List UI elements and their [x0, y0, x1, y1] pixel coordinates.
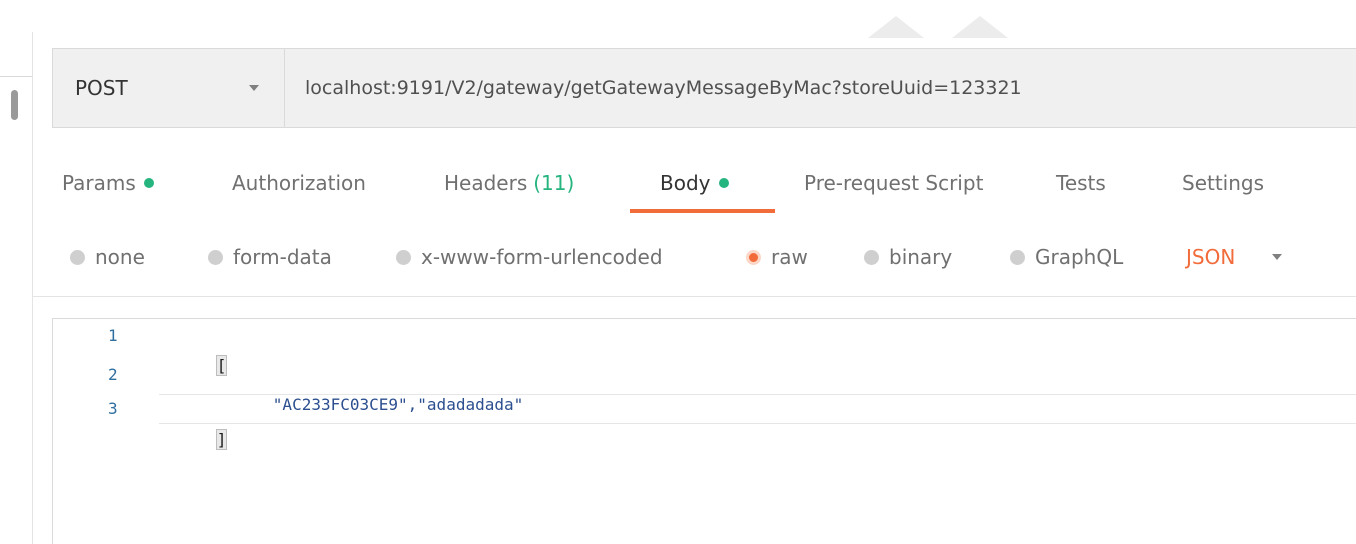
tab-body[interactable]: Body — [660, 164, 729, 202]
params-indicator-icon — [143, 178, 154, 188]
line-number: 1 — [108, 326, 118, 345]
line-numbers: 1 2 3 — [53, 319, 159, 544]
headers-count: (11) — [533, 171, 575, 195]
chevron-down-icon[interactable] — [249, 85, 259, 91]
chevron-down-icon[interactable] — [1272, 254, 1282, 260]
section-divider — [32, 296, 1356, 297]
line-number: 2 — [108, 365, 118, 384]
radio-label: GraphQL — [1035, 245, 1124, 269]
code-text: ] — [215, 429, 228, 450]
active-tab-indicator — [630, 209, 775, 213]
tab-settings[interactable]: Settings — [1182, 164, 1264, 202]
tab-params[interactable]: Params — [62, 164, 154, 202]
tab-authorization[interactable]: Authorization — [232, 164, 366, 202]
decorative-triangle-icon — [952, 8, 1008, 38]
radio-label: x-www-form-urlencoded — [421, 245, 663, 269]
method-label: POST — [75, 76, 128, 100]
radio-icon — [1010, 249, 1025, 265]
tab-label: Headers — [444, 171, 528, 195]
method-select[interactable]: POST — [53, 49, 285, 127]
body-editor[interactable]: 1 2 3 [ "AC233FC03CE9","adadadada" ] — [52, 318, 1356, 544]
code-line[interactable]: [ — [159, 321, 1356, 376]
tab-headers[interactable]: Headers (11) — [444, 164, 574, 202]
format-select[interactable]: JSON — [1186, 240, 1235, 274]
tab-label: Pre-request Script — [804, 171, 984, 195]
tab-label: Params — [62, 171, 136, 195]
radio-raw[interactable]: raw — [746, 240, 808, 274]
radio-icon — [864, 249, 879, 265]
radio-icon — [208, 249, 223, 265]
line-number: 3 — [108, 399, 118, 418]
tab-label: Settings — [1182, 171, 1265, 195]
format-label: JSON — [1186, 245, 1236, 269]
radio-icon — [396, 249, 411, 265]
radio-none[interactable]: none — [70, 240, 145, 274]
scrollbar-thumb[interactable] — [11, 90, 18, 120]
request-bar: POST localhost:9191/V2/gateway/getGatewa… — [52, 48, 1356, 128]
radio-icon — [70, 249, 85, 265]
radio-x-www-form-urlencoded[interactable]: x-www-form-urlencoded — [396, 240, 663, 274]
radio-binary[interactable]: binary — [864, 240, 952, 274]
tab-label: Authorization — [232, 171, 366, 195]
tab-pre-request-script[interactable]: Pre-request Script — [804, 164, 983, 202]
body-indicator-icon — [718, 178, 729, 188]
radio-label: raw — [771, 245, 808, 269]
radio-form-data[interactable]: form-data — [208, 240, 332, 274]
code-line[interactable]: "AC233FC03CE9","adadadada" — [159, 360, 1356, 414]
tab-label: Tests — [1056, 171, 1106, 195]
radio-selected-icon — [746, 249, 761, 265]
postman-request-page: POST localhost:9191/V2/gateway/getGatewa… — [0, 0, 1356, 544]
decorative-triangle-icon — [868, 8, 924, 38]
sidebar-gutter — [0, 32, 33, 544]
radio-graphql[interactable]: GraphQL — [1010, 240, 1123, 274]
code-line-active[interactable]: ] — [159, 394, 1356, 450]
url-input[interactable]: localhost:9191/V2/gateway/getGatewayMess… — [285, 77, 1022, 99]
radio-label: binary — [889, 245, 953, 269]
tab-tests[interactable]: Tests — [1056, 164, 1106, 202]
tab-label: Body — [660, 171, 711, 195]
radio-label: none — [95, 245, 145, 269]
divider — [0, 76, 32, 77]
radio-label: form-data — [233, 245, 332, 269]
